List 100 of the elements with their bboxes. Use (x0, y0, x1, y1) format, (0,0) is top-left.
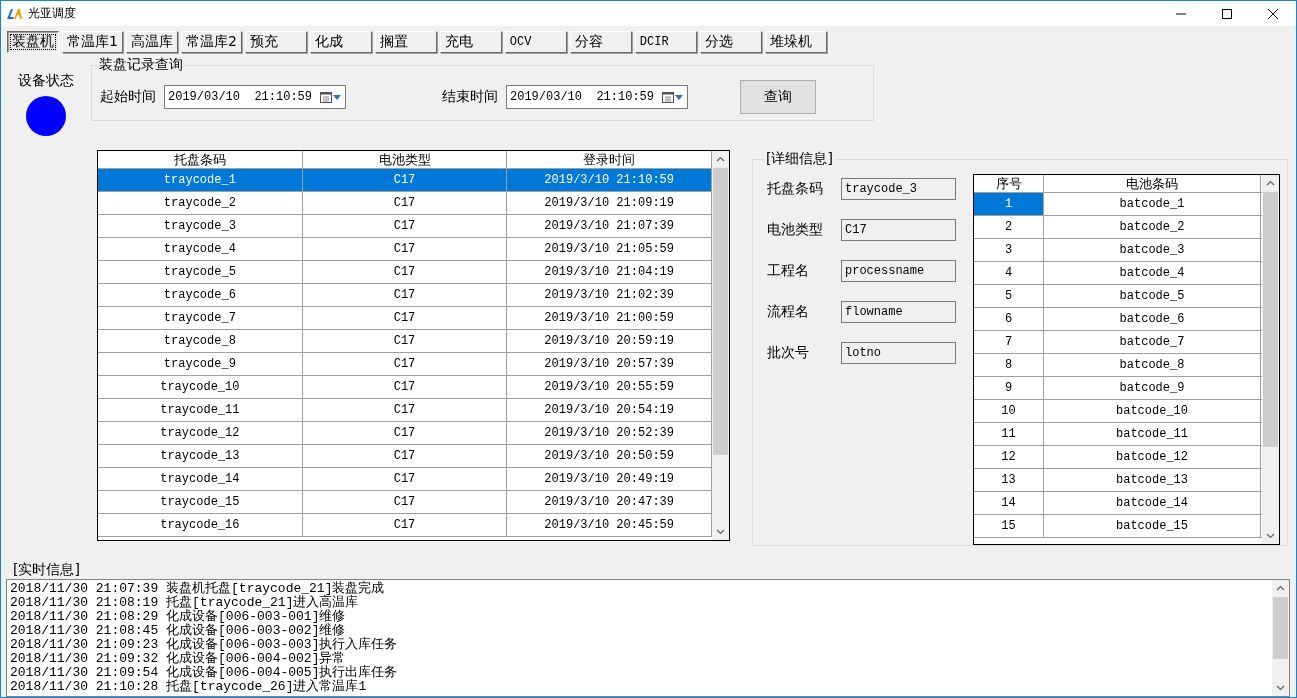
readonly-field: C17 (841, 219, 956, 241)
column-header[interactable]: 电池类型 (302, 151, 508, 168)
table-row[interactable]: traycode_8 C17 2019/3/10 20:59:19 (98, 330, 712, 353)
date-field[interactable]: 2019/03/10 21:10:59 (506, 85, 688, 109)
tab[interactable]: 搁置 (374, 31, 437, 53)
log-line: 2018/11/30 21:09:23 化成设备[006-003-003]执行入库任务 (10, 638, 399, 652)
table-cell: traycode_2 (98, 192, 303, 214)
log-line: 2018/11/30 21:09:54 化成设备[006-004-005]执行出库任务 (10, 666, 399, 680)
readonly-field: traycode_3 (841, 178, 956, 200)
table-cell: C17 (302, 468, 508, 490)
scrollbar[interactable] (1272, 580, 1289, 696)
table-cell: 8 (974, 354, 1044, 376)
status-label: 设备状态 (18, 72, 74, 90)
field-label: 起始时间 (100, 88, 156, 106)
caret-icon (333, 94, 341, 100)
table-cell: C17 (302, 192, 508, 214)
tab[interactable]: DCIR (634, 31, 697, 53)
table-cell: traycode_5 (98, 261, 303, 283)
group-title: 装盘记录查询 (98, 56, 184, 74)
table-row[interactable]: traycode_9 C17 2019/3/10 20:57:39 (98, 353, 712, 376)
calendar-icon (662, 91, 674, 103)
table-row[interactable]: traycode_1 C17 2019/3/10 21:10:59 (98, 169, 712, 192)
query-button[interactable]: 查询 (740, 80, 816, 114)
table-cell: batcode_3 (1044, 239, 1261, 261)
table-cell: 2 (974, 216, 1044, 238)
close-icon[interactable] (1267, 7, 1279, 20)
tab[interactable]: 分容 (569, 31, 632, 53)
table-cell: 6 (974, 308, 1044, 330)
table-cell: 4 (974, 262, 1044, 284)
table-cell: 11 (974, 423, 1044, 445)
table-cell: traycode_13 (98, 445, 303, 467)
table-cell: 3 (974, 239, 1044, 261)
table-row[interactable]: traycode_12 C17 2019/3/10 20:52:39 (98, 422, 712, 445)
table-row[interactable]: traycode_7 C17 2019/3/10 21:00:59 (98, 307, 712, 330)
tab[interactable]: 充电 (439, 31, 502, 53)
scrollbar[interactable] (1262, 175, 1279, 544)
readonly-field: processname (841, 260, 956, 282)
table-cell: C17 (302, 169, 508, 191)
log-line: 2018/11/30 21:08:29 化成设备[006-003-001]维修 (10, 610, 347, 624)
caret-icon (675, 94, 683, 100)
tab[interactable]: 预充 (244, 31, 307, 53)
table-cell: traycode_11 (98, 399, 303, 421)
tab[interactable]: 分选 (699, 31, 762, 53)
table-cell: batcode_7 (1044, 331, 1261, 353)
maximize-icon[interactable] (1221, 7, 1233, 20)
table-cell: traycode_6 (98, 284, 303, 306)
table-cell: C17 (302, 399, 508, 421)
table-cell: batcode_4 (1044, 262, 1261, 284)
table-row[interactable]: traycode_10 C17 2019/3/10 20:55:59 (98, 376, 712, 399)
tab[interactable]: 常温库1 (62, 31, 123, 53)
table-row[interactable]: traycode_6 C17 2019/3/10 21:02:39 (98, 284, 712, 307)
table-row[interactable]: traycode_2 C17 2019/3/10 21:09:19 (98, 192, 712, 215)
table-cell: batcode_6 (1044, 308, 1261, 330)
log-line: 2018/11/30 21:09:32 化成设备[006-004-002]异常 (10, 652, 346, 666)
tab[interactable]: 装盘机 (7, 31, 59, 53)
table-cell: C17 (302, 261, 508, 283)
readonly-field: flowname (841, 301, 956, 323)
table-row[interactable]: traycode_4 C17 2019/3/10 21:05:59 (98, 238, 712, 261)
table-cell: C17 (302, 422, 508, 444)
table-cell: traycode_4 (98, 238, 303, 260)
log-line: 2018/11/30 21:07:39 装盘机托盘[traycode_21]装盘完成 (10, 582, 386, 596)
table-cell: 14 (974, 492, 1044, 514)
tab[interactable]: 堆垛机 (764, 31, 827, 53)
table-cell: batcode_13 (1044, 469, 1261, 491)
table-cell: batcode_10 (1044, 400, 1261, 422)
table-row[interactable]: traycode_16 C17 2019/3/10 20:45:59 (98, 514, 712, 537)
tab[interactable]: 高温库 (125, 31, 178, 53)
column-header[interactable]: 托盘条码 (98, 151, 303, 168)
log-line: 2018/11/30 21:08:45 化成设备[006-003-002]维修 (10, 624, 346, 638)
scrollbar[interactable] (712, 151, 729, 540)
field-label: 结束时间 (442, 88, 498, 106)
table-cell: C17 (302, 514, 508, 536)
date-field[interactable]: 2019/03/10 21:10:59 (164, 85, 346, 109)
table-cell: batcode_15 (1044, 515, 1261, 537)
table-row[interactable]: traycode_14 C17 2019/3/10 20:49:19 (98, 468, 712, 491)
tab[interactable]: 化成 (309, 31, 372, 53)
table-cell: C17 (302, 238, 508, 260)
field-label: 托盘条码 (767, 180, 824, 198)
table-row[interactable]: traycode_3 C17 2019/3/10 21:07:39 (98, 215, 712, 238)
table-cell: C17 (302, 376, 508, 398)
table-cell: batcode_1 (1044, 193, 1261, 215)
log-line: 2018/11/30 21:10:28 托盘[traycode_26]进入常温库1 (10, 680, 368, 694)
table-row[interactable]: traycode_5 C17 2019/3/10 21:04:19 (98, 261, 712, 284)
column-header[interactable]: 序号 (974, 175, 1044, 192)
table-cell: batcode_2 (1044, 216, 1261, 238)
table-row[interactable]: traycode_11 C17 2019/3/10 20:54:19 (98, 399, 712, 422)
table-cell: 5 (974, 285, 1044, 307)
table-cell: 7 (974, 331, 1044, 353)
table-cell: traycode_14 (98, 468, 303, 490)
field-label: 流程名 (767, 303, 810, 321)
column-header[interactable]: 电池条码 (1044, 175, 1261, 192)
table-cell: C17 (302, 491, 508, 513)
table-cell: 1 (974, 193, 1044, 215)
table-cell: traycode_15 (98, 491, 303, 513)
table-cell: traycode_3 (98, 215, 303, 237)
table-row[interactable]: traycode_13 C17 2019/3/10 20:50:59 (98, 445, 712, 468)
table-cell: 13 (974, 469, 1044, 491)
table-row[interactable]: traycode_15 C17 2019/3/10 20:47:39 (98, 491, 712, 514)
tab[interactable]: 常温库2 (180, 31, 242, 53)
tab[interactable]: OCV (504, 31, 567, 53)
